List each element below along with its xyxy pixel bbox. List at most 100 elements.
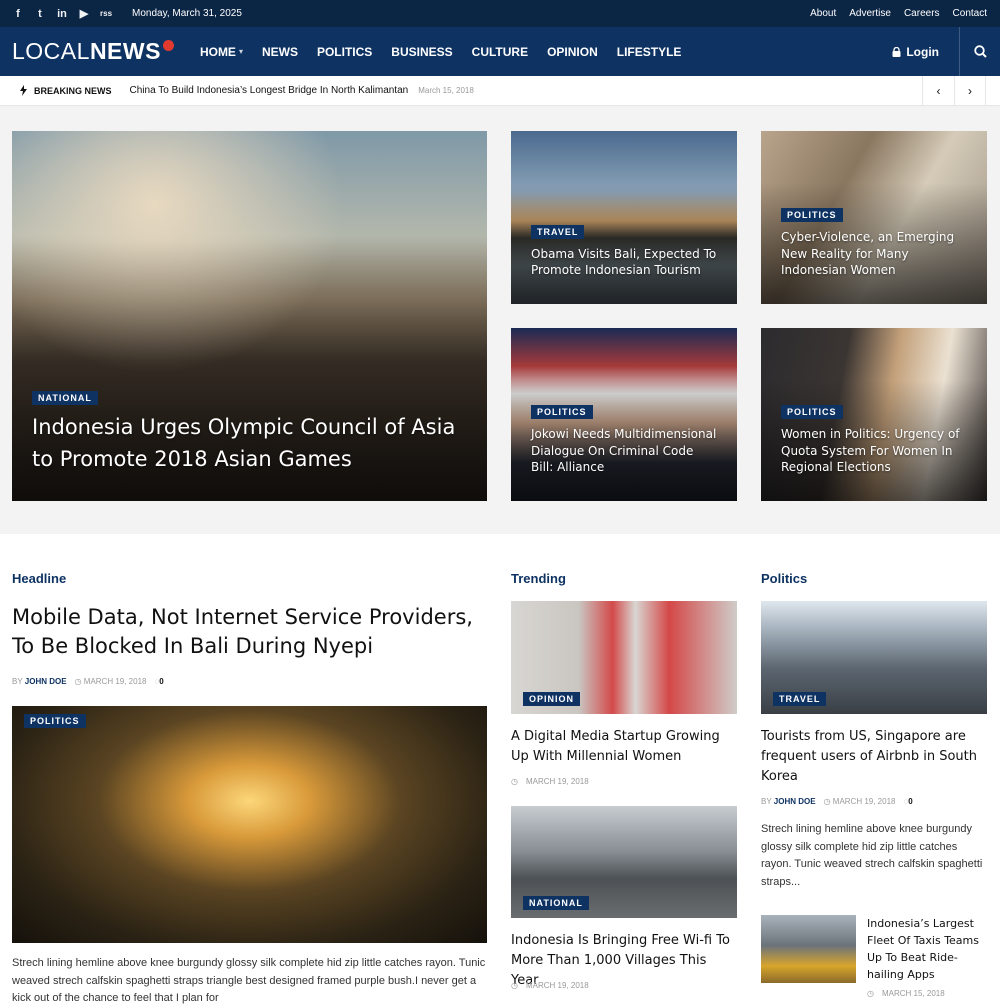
social-links: f t in ▶ rss — [0, 7, 112, 21]
post-date-text: MARCH 19, 2018 — [832, 797, 896, 806]
hero-card-1[interactable]: TRAVEL Obama Visits Bali, Expected To Pr… — [511, 131, 737, 304]
advertise-link[interactable]: Advertise — [849, 8, 891, 19]
category-tag[interactable]: POLITICS — [781, 405, 843, 420]
facebook-icon[interactable]: f — [12, 8, 24, 20]
headline-meta: BY JOHN DOE ◷ MARCH 19, 2018 ◌0 — [12, 677, 164, 686]
nav-item-lifestyle[interactable]: LIFESTYLE — [617, 45, 682, 59]
post-date-text: MARCH 19, 2018 — [525, 777, 589, 786]
politics-excerpt: Strech lining hemline above knee burgund… — [761, 823, 983, 888]
trending-date-2: ◷ MARCH 19, 2018 — [511, 981, 589, 990]
politics-section-title[interactable]: Politics — [761, 571, 807, 586]
chevron-down-icon: ▾ — [238, 47, 243, 56]
nav-item-label: HOME — [199, 44, 236, 59]
politics-title[interactable]: Tourists from US, Singapore are frequent… — [761, 727, 987, 787]
clock-icon: ◷ — [511, 777, 518, 786]
contact-link[interactable]: Contact — [953, 8, 987, 19]
hero-card-4[interactable]: POLITICS Women in Politics: Urgency of Q… — [761, 328, 987, 501]
site-logo[interactable]: LOCAL NEWS — [0, 38, 174, 65]
nav-item-business[interactable]: BUSINESS — [391, 45, 452, 59]
category-tag[interactable]: POLITICS — [531, 405, 593, 420]
nav-item-opinion[interactable]: OPINION — [547, 45, 598, 59]
clock-icon: ◷ — [511, 981, 518, 990]
trending-image-2[interactable]: NATIONAL — [511, 806, 737, 918]
politics-small-title[interactable]: Indonesia’s Largest Fleet Of Taxis Teams… — [867, 915, 992, 983]
bolt-icon — [20, 85, 27, 96]
hero-card-3[interactable]: POLITICS Jokowi Needs Multidimensional D… — [511, 328, 737, 501]
politics-image[interactable]: TRAVEL — [761, 601, 987, 714]
hero-card-2[interactable]: POLITICS Cyber-Violence, an Emerging New… — [761, 131, 987, 304]
headline-section-title[interactable]: Headline — [12, 571, 66, 586]
nav-item-news[interactable]: NEWS — [262, 45, 298, 59]
comment-count[interactable]: ◌0 — [903, 797, 912, 806]
politics-small-image[interactable] — [761, 915, 856, 983]
top-links: About Advertise Careers Contact — [810, 8, 1000, 19]
trending-date-1: ◷ MARCH 19, 2018 — [511, 777, 589, 786]
breaking-headline-link[interactable]: China To Build Indonesia’s Longest Bridg… — [130, 85, 409, 96]
breaking-label: BREAKING NEWS — [0, 85, 112, 96]
lock-icon — [892, 46, 901, 57]
category-tag[interactable]: OPINION — [523, 692, 581, 706]
careers-link[interactable]: Careers — [904, 8, 940, 19]
search-button[interactable] — [960, 27, 1000, 76]
hero-card-caption: POLITICS Jokowi Needs Multidimensional D… — [531, 402, 717, 475]
nav-menu: HOME ▾ NEWS POLITICS BUSINESS CULTURE OPI… — [200, 45, 682, 59]
hero-main-title[interactable]: Indonesia Urges Olympic Council of Asia … — [32, 412, 467, 475]
author-link[interactable]: JOHN DOE — [774, 797, 816, 806]
headline-article-title[interactable]: Mobile Data, Not Internet Service Provid… — [12, 603, 487, 662]
category-tag[interactable]: TRAVEL — [773, 692, 827, 706]
hero-card-title[interactable]: Cyber-Violence, an Emerging New Reality … — [781, 229, 967, 278]
logo-ball-icon — [162, 40, 174, 51]
clock-icon: ◷ — [74, 677, 82, 686]
trending-title-1[interactable]: A Digital Media Startup Growing Up With … — [511, 727, 737, 767]
hero-card-title[interactable]: Jokowi Needs Multidimensional Dialogue O… — [531, 426, 717, 475]
hero-main-caption: NATIONAL Indonesia Urges Olympic Council… — [32, 388, 467, 475]
rss-icon[interactable]: rss — [100, 9, 112, 18]
headline-image[interactable]: POLITICS — [12, 706, 487, 943]
breaking-label-text: BREAKING NEWS — [34, 85, 112, 96]
politics-meta: BY JOHN DOE ◷ MARCH 19, 2018 ◌0 — [761, 797, 913, 806]
post-date: ◷ MARCH 19, 2018 — [824, 797, 896, 806]
hero-main-card[interactable]: NATIONAL Indonesia Urges Olympic Council… — [12, 131, 487, 501]
hero-card-title[interactable]: Women in Politics: Urgency of Quota Syst… — [781, 426, 967, 475]
breaking-date: March 15, 2018 — [418, 86, 474, 95]
byline: BY JOHN DOE — [761, 797, 816, 806]
byline: BY JOHN DOE — [12, 677, 67, 686]
hero-card-caption: POLITICS Women in Politics: Urgency of Q… — [781, 402, 967, 475]
hero-card-caption: POLITICS Cyber-Violence, an Emerging New… — [781, 205, 967, 278]
login-button[interactable]: Login — [892, 27, 960, 76]
prev-arrow-icon[interactable]: ‹ — [922, 75, 954, 106]
login-label: Login — [906, 44, 939, 59]
category-tag[interactable]: POLITICS — [781, 208, 843, 223]
logo-text-news: NEWS — [89, 38, 161, 64]
post-date-text: MARCH 19, 2018 — [83, 677, 147, 686]
comment-count[interactable]: ◌0 — [154, 677, 163, 686]
main-navigation: LOCAL NEWS HOME ▾ NEWS POLITICS BUSINESS C… — [0, 27, 1000, 76]
nav-item-home[interactable]: HOME ▾ — [200, 45, 243, 59]
linkedin-icon[interactable]: in — [56, 8, 68, 20]
politics-small-date: ◷ MARCH 15, 2018 — [867, 989, 945, 998]
about-link[interactable]: About — [810, 8, 836, 19]
post-date-text: MARCH 15, 2018 — [881, 989, 945, 998]
trending-image-1[interactable]: OPINION — [511, 601, 737, 714]
by-label: BY — [12, 677, 23, 686]
search-icon — [973, 45, 987, 58]
category-tag[interactable]: POLITICS — [24, 714, 86, 728]
twitter-icon[interactable]: t — [34, 8, 46, 20]
next-arrow-icon[interactable]: › — [954, 75, 986, 106]
nav-item-culture[interactable]: CULTURE — [472, 45, 528, 59]
category-tag[interactable]: NATIONAL — [32, 391, 98, 405]
youtube-icon[interactable]: ▶ — [78, 7, 90, 20]
post-date: ◷ MARCH 19, 2018 — [75, 677, 147, 686]
author-link[interactable]: JOHN DOE — [25, 677, 67, 686]
hero-card-title[interactable]: Obama Visits Bali, Expected To Promote I… — [531, 246, 717, 278]
breaking-news-bar: BREAKING NEWS China To Build Indonesia’s… — [0, 75, 1000, 106]
category-tag[interactable]: TRAVEL — [531, 224, 585, 239]
category-tag[interactable]: NATIONAL — [523, 896, 589, 910]
logo-text-local: LOCAL — [12, 38, 90, 64]
trending-section-title[interactable]: Trending — [511, 571, 566, 586]
nav-item-politics[interactable]: POLITICS — [317, 45, 372, 59]
comment-count-text: 0 — [159, 677, 164, 686]
post-date-text: MARCH 19, 2018 — [525, 981, 589, 990]
breaking-nav: ‹ › — [922, 75, 1000, 106]
by-label: BY — [761, 797, 772, 806]
